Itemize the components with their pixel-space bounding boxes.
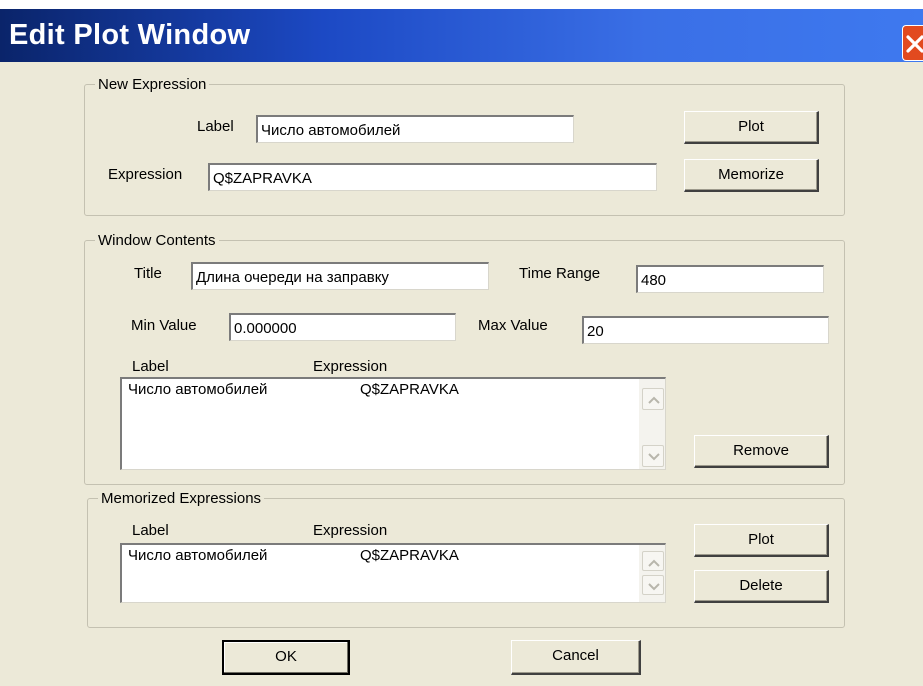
title-field[interactable]: Длина очереди на заправку bbox=[191, 262, 489, 290]
memorize-button[interactable]: Memorize bbox=[684, 159, 819, 192]
list-item[interactable]: Число автомобилей Q$ZAPRAVKA bbox=[128, 547, 459, 564]
scroll-up-button[interactable] bbox=[642, 388, 664, 410]
label-caption: Label bbox=[197, 118, 234, 135]
new-expression-group: New Expression bbox=[84, 76, 845, 216]
window-title: Edit Plot Window bbox=[9, 19, 251, 51]
window-contents-legend: Window Contents bbox=[95, 232, 219, 249]
chevron-down-icon bbox=[648, 583, 660, 591]
list-item-label: Число автомобилей bbox=[128, 381, 268, 398]
memorized-expressions-legend: Memorized Expressions bbox=[98, 490, 265, 507]
chevron-down-icon bbox=[648, 453, 660, 461]
time-range-field[interactable]: 480 bbox=[636, 265, 824, 293]
memorized-plot-button[interactable]: Plot bbox=[694, 524, 829, 557]
max-value-field[interactable]: 20 bbox=[582, 316, 829, 344]
list-item-label: Число автомобилей bbox=[128, 547, 268, 564]
expression-field[interactable]: Q$ZAPRAVKA bbox=[208, 163, 657, 191]
chevron-up-icon bbox=[648, 396, 660, 404]
contents-scrollbar[interactable] bbox=[639, 379, 665, 469]
min-value-caption: Min Value bbox=[131, 317, 197, 334]
ok-button[interactable]: OK bbox=[222, 640, 350, 675]
min-value-field[interactable]: 0.000000 bbox=[229, 313, 456, 341]
cancel-button[interactable]: Cancel bbox=[511, 640, 641, 675]
scroll-up-button[interactable] bbox=[642, 551, 664, 571]
chevron-up-icon bbox=[648, 559, 660, 567]
new-expression-legend: New Expression bbox=[95, 76, 210, 93]
contents-col-label: Label bbox=[132, 358, 169, 375]
memorized-scrollbar[interactable] bbox=[639, 545, 665, 602]
scroll-down-button[interactable] bbox=[642, 445, 664, 467]
delete-button[interactable]: Delete bbox=[694, 570, 829, 603]
label-field[interactable]: Число автомобилей bbox=[256, 115, 574, 143]
dialog-body: New Expression Label Число автомобилей E… bbox=[0, 62, 923, 686]
title-caption: Title bbox=[134, 265, 162, 282]
contents-col-expression: Expression bbox=[313, 358, 388, 375]
memorized-col-label: Label bbox=[132, 522, 169, 539]
memorized-col-expression: Expression bbox=[313, 522, 388, 539]
title-bar: Edit Plot Window bbox=[0, 9, 923, 62]
list-item-expression: Q$ZAPRAVKA bbox=[360, 381, 459, 398]
max-value-caption: Max Value bbox=[478, 317, 548, 334]
close-button[interactable] bbox=[902, 25, 923, 61]
expression-caption: Expression bbox=[108, 166, 183, 183]
memorized-list[interactable]: Число автомобилей Q$ZAPRAVKA bbox=[120, 543, 666, 603]
plot-button[interactable]: Plot bbox=[684, 111, 819, 144]
remove-button[interactable]: Remove bbox=[694, 435, 829, 468]
list-item-expression: Q$ZAPRAVKA bbox=[360, 547, 459, 564]
time-range-caption: Time Range bbox=[519, 265, 601, 282]
scroll-down-button[interactable] bbox=[642, 575, 664, 595]
close-icon bbox=[906, 35, 923, 53]
contents-list[interactable]: Число автомобилей Q$ZAPRAVKA bbox=[120, 377, 666, 470]
list-item[interactable]: Число автомобилей Q$ZAPRAVKA bbox=[128, 381, 459, 398]
